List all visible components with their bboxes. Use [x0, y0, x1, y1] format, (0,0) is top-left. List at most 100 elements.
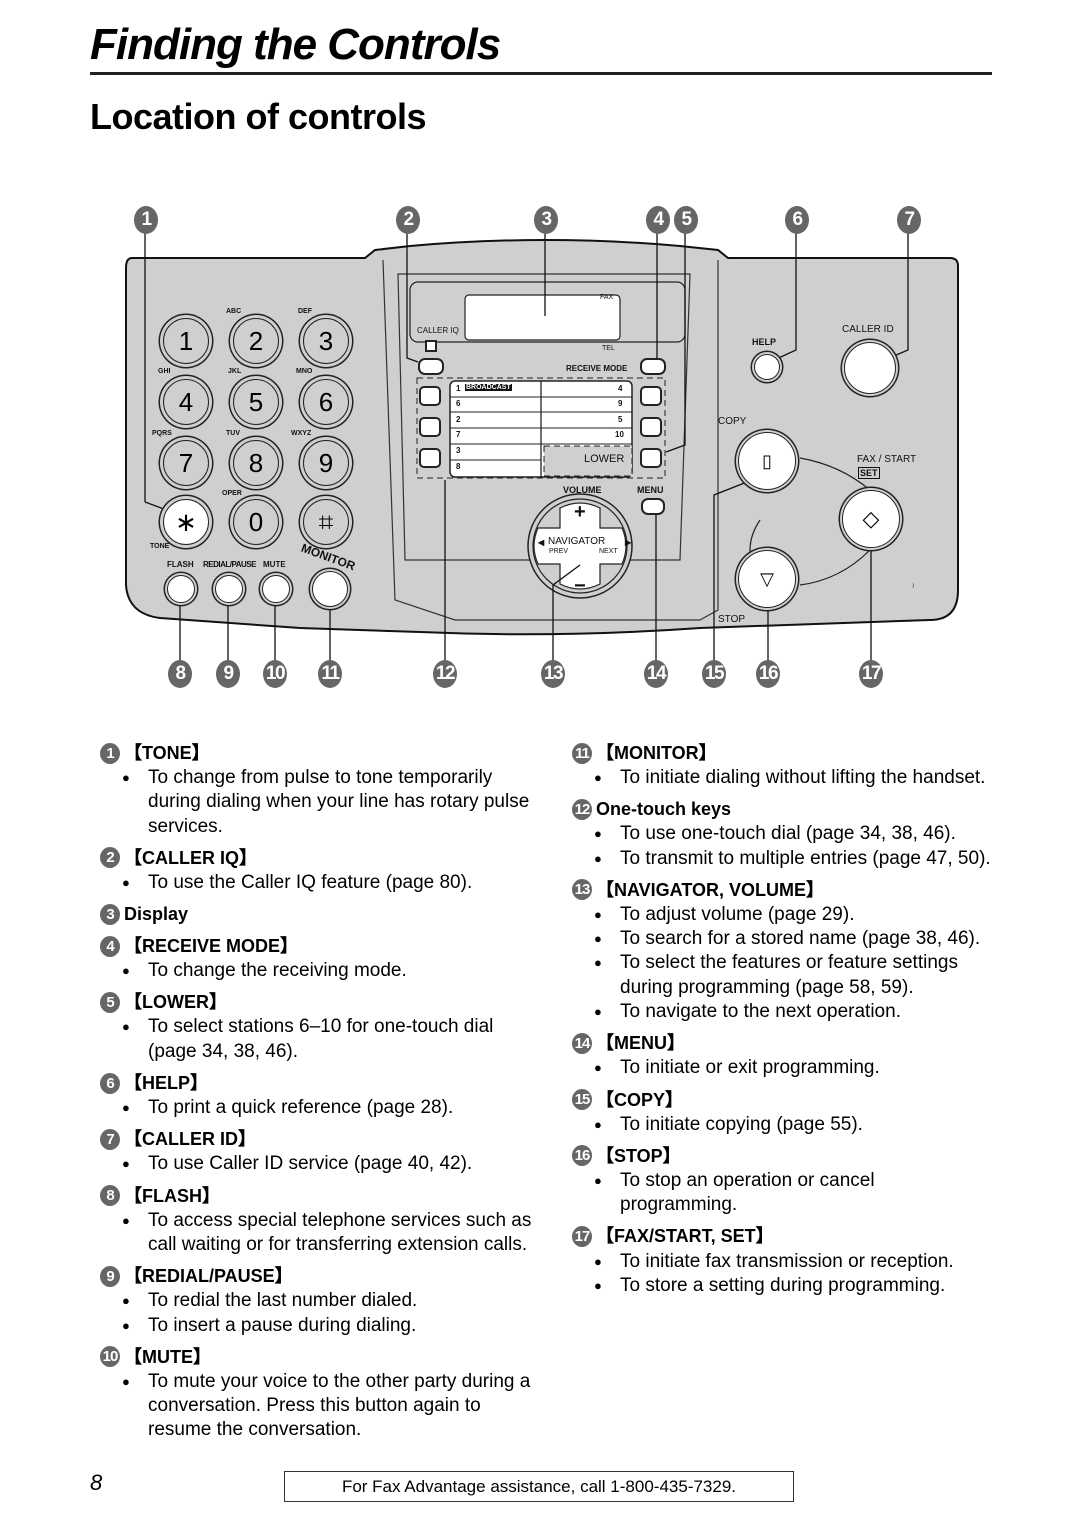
control-description: 13 【NAVIGATOR, VOLUME】 To adjust volume … [572, 877, 992, 1025]
key-2-letters: ABC [226, 308, 242, 315]
one-touch-key-right-2[interactable] [640, 417, 662, 437]
directory-entry: 8 [456, 462, 461, 471]
control-description: 4 【RECEIVE MODE】 To change the receiving… [100, 933, 540, 984]
control-name: 【MUTE】 [124, 1346, 211, 1367]
key-9[interactable]: 9 [303, 440, 349, 486]
control-bullets: To access special telephone services suc… [100, 1209, 540, 1258]
key-7[interactable]: 7 [163, 440, 209, 486]
control-name: 【CALLER ID】 [124, 1129, 256, 1150]
key-6[interactable]: 6 [303, 379, 349, 425]
callout-14: 14 [644, 660, 668, 688]
stop-button[interactable]: ▽ [738, 550, 796, 608]
control-number-badge: 1 [100, 742, 120, 764]
key-1[interactable]: 1 [163, 318, 209, 364]
key-5[interactable]: 5 [233, 379, 279, 425]
key-6-letters: MNO [296, 368, 313, 375]
control-name: 【MENU】 [596, 1033, 685, 1054]
one-touch-key-left-2[interactable] [419, 417, 441, 437]
control-description: 9 【REDIAL/PAUSE】 To redial the last numb… [100, 1263, 540, 1338]
directory-entry: 3 [456, 446, 461, 455]
bullet-item: To access special telephone services suc… [100, 1209, 540, 1258]
next-label: NEXT [599, 548, 618, 555]
redial-pause-label: REDIAL/PAUSE [203, 560, 256, 569]
one-touch-key-left-3[interactable] [419, 448, 441, 468]
control-name: 【COPY】 [596, 1089, 684, 1110]
directory-entry: 10 [615, 430, 624, 439]
stop-label: STOP [718, 614, 746, 625]
callout-13: 13 [541, 660, 565, 688]
callout-2: 2 [396, 206, 420, 234]
control-description: 7 【CALLER ID】 To use Caller ID service (… [100, 1126, 540, 1177]
control-name: 【CALLER IQ】 [124, 847, 257, 868]
lower-label: LOWER [584, 453, 625, 465]
flash-button[interactable] [167, 575, 195, 603]
stop-triangle-icon: ▽ [760, 569, 774, 589]
volume-up-button[interactable]: + [574, 501, 586, 524]
title-divider [90, 72, 992, 75]
receive-mode-button[interactable] [640, 358, 666, 375]
control-number-badge: 12 [572, 798, 592, 820]
key-0-letters: OPER [222, 490, 242, 497]
nav-next-icon[interactable]: ▶ [625, 538, 631, 547]
bullet-item: To use Caller ID service (page 40, 42). [100, 1152, 540, 1177]
callout-4: 4 [646, 206, 670, 234]
control-bullets: To change from pulse to tone temporarily… [100, 766, 540, 839]
copy-button[interactable]: ▯ [738, 432, 796, 490]
bullet-item: To insert a pause during dialing. [100, 1314, 540, 1339]
control-description: 3 Display [100, 901, 540, 927]
redial-pause-button[interactable] [215, 575, 243, 603]
fax-start-set-button[interactable]: ◇ [842, 490, 900, 548]
key-3[interactable]: 3 [303, 318, 349, 364]
control-name: 【HELP】 [124, 1072, 209, 1093]
control-bullets: To use the Caller IQ feature (page 80). [100, 871, 540, 896]
control-name: 【MONITOR】 [596, 742, 717, 763]
callout-15: 15 [702, 660, 726, 688]
control-number-badge: 9 [100, 1265, 120, 1287]
callout-12: 12 [433, 660, 457, 688]
bullet-item: To print a quick reference (page 28). [100, 1096, 540, 1121]
bullet-item: To use the Caller IQ feature (page 80). [100, 871, 540, 896]
broadcast-tag: BROADCAST [465, 384, 512, 391]
control-number-badge: 4 [100, 935, 120, 957]
directory-entry: 4 [618, 384, 623, 393]
key-0[interactable]: 0 [233, 499, 279, 545]
control-name: 【REDIAL/PAUSE】 [124, 1266, 293, 1287]
bullet-item: To search for a stored name (page 38, 46… [572, 927, 992, 952]
panel-outline [125, 230, 959, 662]
key-8-letters: TUV [226, 430, 240, 437]
control-bullets: To use one-touch dial (page 34, 38, 46).… [572, 822, 992, 871]
one-touch-key-right-1[interactable] [640, 386, 662, 406]
control-description: 12 One-touch keys To use one-touch dial … [572, 796, 992, 871]
lower-button[interactable] [640, 448, 662, 468]
caller-id-button[interactable] [844, 342, 896, 394]
caller-iq-button[interactable] [418, 358, 444, 375]
nav-prev-icon[interactable]: ◀ [538, 538, 544, 547]
menu-button[interactable] [641, 498, 665, 515]
key-4[interactable]: 4 [163, 379, 209, 425]
callout-16: 16 [756, 660, 780, 688]
bullet-item: To transmit to multiple entries (page 47… [572, 847, 992, 872]
monitor-button[interactable] [312, 571, 348, 607]
control-number-badge: 17 [572, 1226, 592, 1248]
callout-17: 17 [859, 660, 883, 688]
control-number-badge: 11 [572, 742, 592, 764]
control-name: 【FLASH】 [124, 1185, 220, 1206]
help-button[interactable] [754, 354, 780, 380]
control-description: 8 【FLASH】 To access special telephone se… [100, 1183, 540, 1258]
key-star-tone[interactable]: ∗ [163, 499, 209, 545]
mute-label: MUTE [263, 560, 286, 569]
control-number-badge: 13 [572, 879, 592, 901]
bullet-item: To stop an operation or cancel programmi… [572, 1169, 992, 1218]
key-2[interactable]: 2 [233, 318, 279, 364]
volume-down-button[interactable]: − [574, 575, 586, 598]
control-description: 1 【TONE】 To change from pulse to tone te… [100, 740, 540, 839]
key-hash[interactable]: ⌗ [303, 499, 349, 545]
mute-button[interactable] [262, 575, 290, 603]
bullet-item: To use one-touch dial (page 34, 38, 46). [572, 822, 992, 847]
key-8[interactable]: 8 [233, 440, 279, 486]
bullet-item: To mute your voice to the other party du… [100, 1370, 540, 1443]
one-touch-key-left-1[interactable] [419, 386, 441, 406]
control-description: 10 【MUTE】 To mute your voice to the othe… [100, 1344, 540, 1443]
description-column-left: 1 【TONE】 To change from pulse to tone te… [100, 740, 540, 1449]
control-description: 11 【MONITOR】 To initiate dialing without… [572, 740, 992, 791]
